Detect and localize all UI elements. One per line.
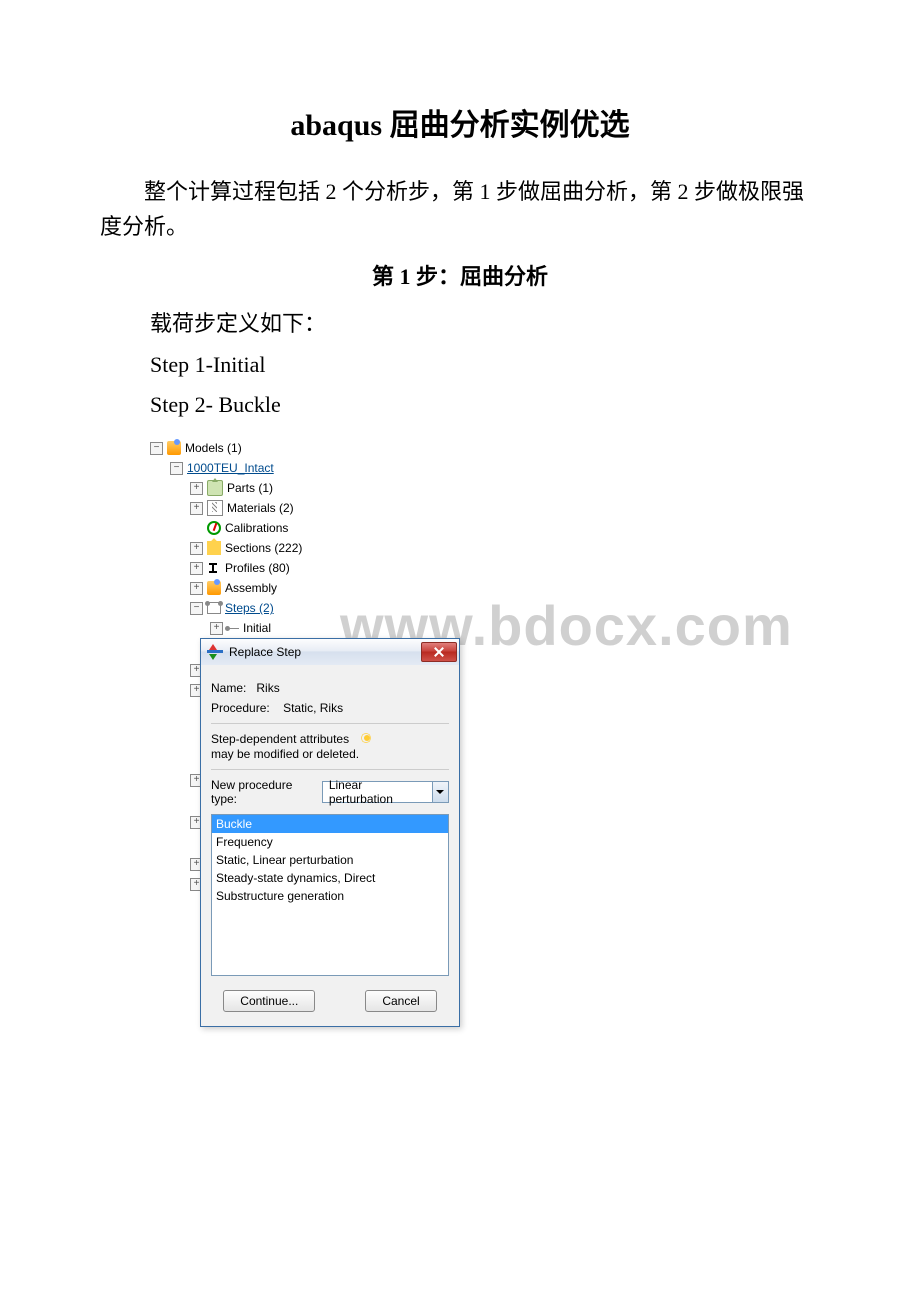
- name-value: Riks: [256, 681, 279, 695]
- abaqus-screenshot: www.bdocx.com − Models (1) − 1000TEU_Int…: [150, 438, 650, 1078]
- sections-icon: [207, 541, 221, 555]
- cancel-button[interactable]: Cancel: [365, 990, 436, 1012]
- list-item-steady-state[interactable]: Steady-state dynamics, Direct: [212, 869, 448, 887]
- tree-item-sections[interactable]: + Sections (222): [150, 538, 450, 558]
- tree-label: Parts (1): [227, 481, 273, 495]
- materials-icon: [207, 500, 223, 516]
- initial-step-icon: [229, 623, 239, 633]
- paragraph-load-step: 载荷步定义如下：: [150, 306, 820, 338]
- close-button[interactable]: [421, 642, 457, 662]
- tree-label: Assembly: [225, 581, 277, 595]
- tree-label[interactable]: 1000TEU_Intact: [187, 461, 274, 475]
- dropdown-value: Linear perturbation: [323, 778, 432, 806]
- section-heading: 第 1 步：屈曲分析: [100, 259, 820, 291]
- parts-icon: [207, 480, 223, 496]
- replace-step-icon: [207, 644, 223, 660]
- tree-item-materials[interactable]: + Materials (2): [150, 498, 450, 518]
- tree-label: Calibrations: [225, 521, 288, 535]
- paragraph-step1: Step 1-Initial: [150, 352, 820, 378]
- expand-icon[interactable]: +: [190, 502, 203, 515]
- list-item-frequency[interactable]: Frequency: [212, 833, 448, 851]
- tree-label: Profiles (80): [225, 561, 290, 575]
- procedure-row: Procedure: Static, Riks: [211, 701, 449, 715]
- dialog-title: Replace Step: [229, 645, 301, 659]
- tree-item-assembly[interactable]: + Assembly: [150, 578, 450, 598]
- procedure-value: Static, Riks: [283, 701, 343, 715]
- steps-icon: [207, 602, 221, 614]
- dialog-body: Name: Riks Procedure: Static, Riks Step-…: [201, 665, 459, 1026]
- page-title: abaqus 屈曲分析实例优选: [100, 100, 820, 144]
- profiles-icon: [207, 561, 221, 575]
- collapse-icon[interactable]: −: [190, 602, 203, 615]
- tree-item-initial[interactable]: + Initial: [150, 618, 450, 638]
- combo-label: New procedure type:: [211, 778, 318, 806]
- models-icon: [167, 441, 181, 455]
- chevron-down-icon: [436, 790, 444, 794]
- list-item-buckle[interactable]: Buckle: [212, 815, 448, 833]
- separator: [211, 723, 449, 724]
- hint-line1: Step-dependent attributes: [211, 732, 349, 746]
- tree-item-model-name[interactable]: − 1000TEU_Intact: [150, 458, 450, 478]
- separator: [211, 769, 449, 770]
- dropdown-button[interactable]: [432, 782, 448, 802]
- tree-label: Sections (222): [225, 541, 302, 555]
- expand-icon[interactable]: +: [190, 562, 203, 575]
- tree-item-models[interactable]: − Models (1): [150, 438, 450, 458]
- paragraph-step2: Step 2- Buckle: [150, 392, 820, 418]
- expand-icon[interactable]: +: [210, 622, 223, 635]
- procedure-type-row: New procedure type: Linear perturbation: [211, 778, 449, 806]
- procedure-listbox[interactable]: Buckle Frequency Static, Linear perturba…: [211, 814, 449, 976]
- procedure-type-dropdown[interactable]: Linear perturbation: [322, 781, 449, 803]
- assembly-icon: [207, 581, 221, 595]
- calibrations-icon: [207, 521, 221, 535]
- tree-label: Models (1): [185, 441, 242, 455]
- continue-button[interactable]: Continue...: [223, 990, 315, 1012]
- lightbulb-icon: [360, 733, 374, 747]
- hint-line2: may be modified or deleted.: [211, 747, 359, 761]
- close-icon: [434, 647, 444, 657]
- list-item-substructure[interactable]: Substructure generation: [212, 887, 448, 905]
- name-label: Name:: [211, 681, 246, 695]
- dialog-button-row: Continue... Cancel: [211, 982, 449, 1016]
- collapse-icon[interactable]: −: [170, 462, 183, 475]
- tree-item-calibrations[interactable]: Calibrations: [150, 518, 450, 538]
- hint-row: Step-dependent attributes may be modifie…: [211, 732, 449, 761]
- expand-icon[interactable]: +: [190, 582, 203, 595]
- name-row: Name: Riks: [211, 681, 449, 695]
- expand-icon[interactable]: +: [190, 482, 203, 495]
- replace-step-dialog: Replace Step Name: Riks Procedure: Stati…: [200, 638, 460, 1027]
- tree-label: Initial: [243, 621, 271, 635]
- list-item-static-linear[interactable]: Static, Linear perturbation: [212, 851, 448, 869]
- expand-icon[interactable]: +: [190, 542, 203, 555]
- tree-label[interactable]: Steps (2): [225, 601, 274, 615]
- intro-paragraph: 整个计算过程包括 2 个分析步，第 1 步做屈曲分析，第 2 步做极限强度分析。: [100, 174, 820, 244]
- tree-item-parts[interactable]: + Parts (1): [150, 478, 450, 498]
- dialog-titlebar[interactable]: Replace Step: [201, 639, 459, 665]
- tree-item-steps[interactable]: − Steps (2): [150, 598, 450, 618]
- procedure-label: Procedure:: [211, 701, 270, 715]
- tree-label: Materials (2): [227, 501, 294, 515]
- collapse-icon[interactable]: −: [150, 442, 163, 455]
- tree-item-profiles[interactable]: + Profiles (80): [150, 558, 450, 578]
